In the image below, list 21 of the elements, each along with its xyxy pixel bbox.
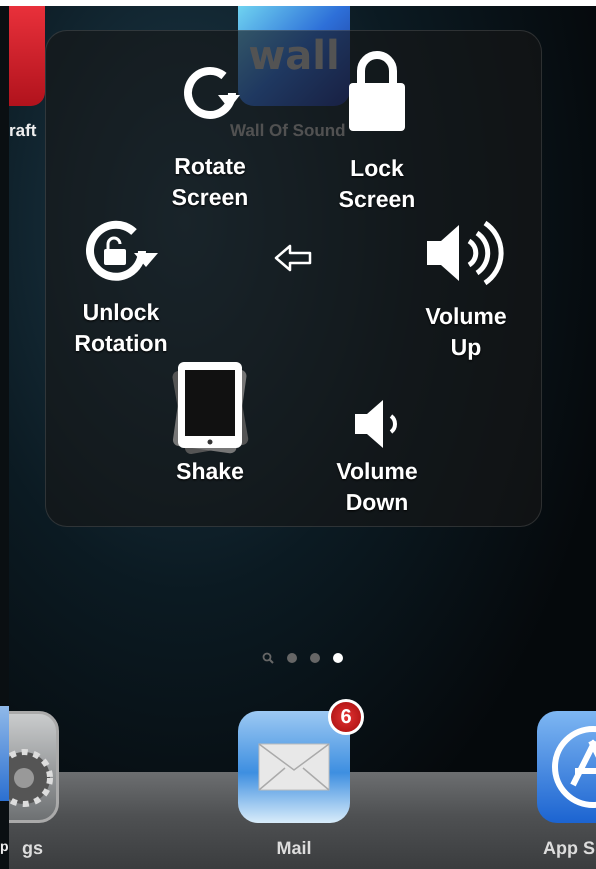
- page-dot[interactable]: [287, 653, 297, 663]
- menu-label[interactable]: Unlock Rotation: [74, 297, 168, 359]
- app-label: App S: [543, 837, 595, 860]
- back-arrow-icon[interactable]: [274, 243, 314, 273]
- app-label: Mail: [276, 837, 312, 860]
- menu-label[interactable]: Shake: [176, 456, 244, 487]
- app-label: p: [0, 838, 9, 854]
- app-label: raft: [9, 120, 36, 142]
- notification-badge: 6: [328, 699, 364, 735]
- icon-text: wall: [248, 32, 340, 81]
- page-dot[interactable]: [333, 653, 343, 663]
- menu-label[interactable]: Rotate Screen: [172, 151, 248, 213]
- menu-label[interactable]: Volume Down: [336, 456, 418, 518]
- app-label: gs: [22, 837, 44, 860]
- envelope-icon: [258, 743, 330, 791]
- search-icon[interactable]: [262, 652, 274, 664]
- mail-app-icon[interactable]: [238, 711, 350, 823]
- page-dot[interactable]: [310, 653, 320, 663]
- app-label: Wall Of Sound: [230, 120, 346, 142]
- menu-label[interactable]: Volume Up: [425, 301, 507, 363]
- menu-label[interactable]: Lock Screen: [338, 153, 416, 215]
